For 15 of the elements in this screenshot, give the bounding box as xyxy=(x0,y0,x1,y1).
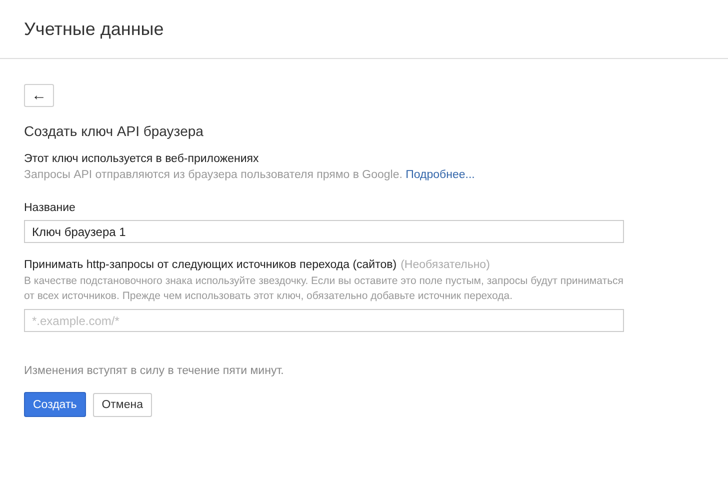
note-text: Изменения вступят в силу в течение пяти минут. xyxy=(24,365,284,377)
create-button[interactable]: Создать xyxy=(24,392,86,417)
back-button[interactable]: ← xyxy=(24,84,54,107)
intro-description: Запросы API отправляются из браузера пользователя прямо в Google. Подробнее... xyxy=(24,169,475,181)
form-title: Создать ключ API браузера xyxy=(24,123,204,139)
referrers-input-field[interactable]: *.example.com/* xyxy=(24,309,624,332)
name-label: Название xyxy=(24,202,76,214)
referrers-hint: В качестве подстановочного знака используйте звездочку. Если вы оставите это поле пустым, запросы будут приниматься от всех источников. Прежде чем использовать этот ключ, обязательно добавьте источник перехода. xyxy=(24,274,624,304)
intro-heading: Этот ключ используется в веб-приложениях xyxy=(24,153,259,165)
optional-label: (Необязательно) xyxy=(400,259,490,271)
cancel-button[interactable]: Отмена xyxy=(92,393,152,417)
learn-more-link[interactable]: Подробнее... xyxy=(406,169,475,181)
referrers-label: Принимать http-запросы от следующих источников перехода (сайтов) xyxy=(24,259,397,271)
name-input-field[interactable]: Ключ браузера 1 xyxy=(24,220,624,243)
page-title: Учетные данные xyxy=(24,18,164,40)
